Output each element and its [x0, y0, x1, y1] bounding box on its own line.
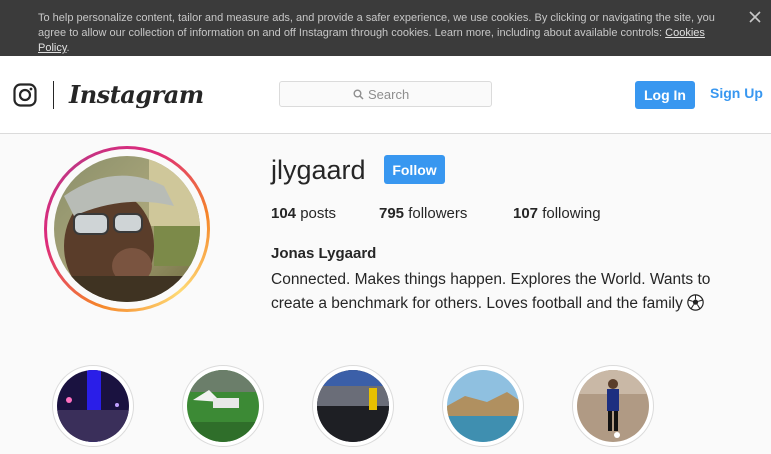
signup-link[interactable]: Sign Up [710, 85, 763, 101]
stat-followers-label: followers [404, 205, 468, 222]
profile-picture-ring [44, 146, 210, 312]
highlight-thumbnail [57, 370, 129, 442]
stat-posts-value: 104 [271, 205, 297, 222]
story-highlight[interactable] [572, 365, 654, 447]
stat-following[interactable]: 107 following [513, 205, 601, 222]
cookie-suffix: . [66, 42, 70, 54]
profile-username: jlygaard [271, 155, 366, 185]
highlight-thumbnail [317, 370, 389, 442]
story-highlight[interactable] [52, 365, 134, 447]
stat-posts-label: posts [296, 205, 337, 222]
highlight-thumbnail [577, 370, 649, 442]
stat-posts[interactable]: 104 posts [271, 205, 336, 222]
cookie-message: To help personalize content, tailor and … [38, 12, 715, 39]
instagram-glyph-icon[interactable] [13, 83, 37, 107]
search-icon [353, 89, 364, 100]
instagram-wordmark[interactable]: Instagram [69, 80, 204, 109]
story-highlight[interactable] [312, 365, 394, 447]
search-box[interactable] [279, 81, 492, 107]
highlight-thumbnail [447, 370, 519, 442]
profile-bio-text: Connected. Makes things happen. Explores… [271, 271, 711, 312]
cookie-banner: To help personalize content, tailor and … [0, 0, 771, 56]
story-highlight[interactable] [182, 365, 264, 447]
profile-full-name: Jonas Lygaard [271, 245, 377, 262]
football-emoji-icon [687, 294, 704, 311]
logo-divider [53, 81, 54, 109]
stat-following-value: 107 [513, 205, 539, 222]
stat-following-label: following [538, 205, 601, 222]
avatar[interactable] [54, 156, 200, 302]
login-button[interactable]: Log In [635, 81, 695, 109]
search-input[interactable] [368, 86, 478, 102]
highlight-thumbnail [187, 370, 259, 442]
cookie-text: To help personalize content, tailor and … [38, 11, 738, 56]
stat-followers[interactable]: 795 followers [379, 205, 467, 222]
story-highlight[interactable] [442, 365, 524, 447]
profile-bio: Connected. Makes things happen. Explores… [271, 268, 741, 316]
top-nav: Instagram Log In Sign Up [0, 56, 771, 134]
stat-followers-value: 795 [379, 205, 405, 222]
close-icon[interactable] [748, 10, 762, 24]
follow-button[interactable]: Follow [384, 155, 445, 184]
